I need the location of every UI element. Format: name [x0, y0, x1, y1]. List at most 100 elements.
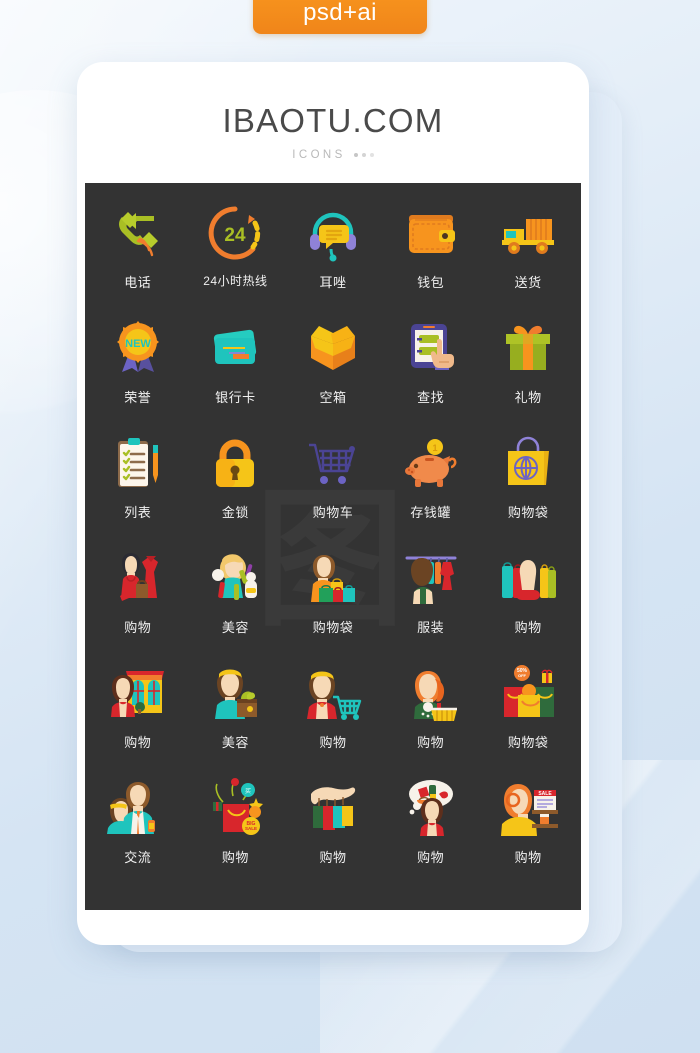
icon-cell[interactable]: 耳唑 — [284, 197, 382, 312]
icon-cell[interactable]: 钱包 — [382, 197, 480, 312]
icon-cell[interactable]: 买 BIG SALE 购物 — [187, 772, 285, 887]
icon-cell[interactable]: 送货 — [479, 197, 577, 312]
big-sale-bag-icon: 买 BIG SALE — [203, 776, 267, 840]
svg-text:SALE: SALE — [539, 791, 553, 797]
icon-cell[interactable]: 查找 — [382, 312, 480, 427]
subtitle-dots-icon — [353, 153, 374, 157]
sale-shopping-bags-icon: 50% OFF — [496, 661, 560, 725]
page-title: IBAOTU.COM — [222, 102, 444, 139]
icon-cell[interactable]: 购物 — [284, 657, 382, 772]
icon-cell[interactable]: 银行卡 — [187, 312, 285, 427]
woman-storefront-icon — [106, 661, 170, 725]
icon-label: 礼物 — [514, 390, 542, 405]
icon-label: 购物 — [124, 620, 152, 635]
icon-cell[interactable]: 金锁 — [187, 427, 285, 542]
svg-text:买: 买 — [245, 787, 251, 795]
clothing-rack-icon — [399, 546, 463, 610]
icon-cell[interactable]: 美容 — [187, 657, 285, 772]
icon-cell[interactable]: 购物 — [382, 657, 480, 772]
woman-basket-icon — [399, 661, 463, 725]
card-subtitle: ICONS — [77, 149, 589, 161]
woman-with-bags-icon — [301, 546, 365, 610]
card-subtitle-text: ICONS — [292, 149, 346, 161]
svg-text:1: 1 — [432, 443, 437, 453]
icon-label: 金锁 — [221, 505, 249, 520]
icon-cell[interactable]: 交流 — [89, 772, 187, 887]
icon-label: 购物车 — [312, 505, 354, 520]
padlock-icon — [203, 431, 267, 495]
icon-label: 耳唑 — [319, 275, 347, 290]
24-hour-hotline-icon: 24 — [203, 201, 267, 265]
shopping-thought-icon — [399, 776, 463, 840]
icon-cell[interactable]: 购物 — [89, 542, 187, 657]
psd-ai-badge: psd+ai — [253, 0, 427, 34]
icon-label: 服装 — [417, 620, 445, 635]
icon-label: 购物 — [221, 850, 249, 865]
gift-box-icon — [496, 316, 560, 380]
icon-label: 购物袋 — [507, 735, 549, 750]
icon-cell[interactable]: 购物袋 — [284, 542, 382, 657]
bags-and-shoes-icon — [496, 546, 560, 610]
open-box-icon — [301, 316, 365, 380]
svg-text:OFF: OFF — [518, 673, 527, 678]
icon-label: 存钱罐 — [410, 505, 451, 520]
icon-cell[interactable]: SALE 购物 — [479, 772, 577, 887]
svg-text:SALE: SALE — [245, 826, 257, 831]
svg-text:24: 24 — [225, 225, 247, 246]
wallet-icon — [399, 201, 463, 265]
man-sale-counter-icon: SALE — [496, 776, 560, 840]
icon-label: 列表 — [124, 505, 152, 520]
icon-cell[interactable]: 购物 — [89, 657, 187, 772]
card-header: IBAOTU.COM ICONS — [77, 62, 589, 161]
icon-cell[interactable]: 50% OFF 购物袋 — [479, 657, 577, 772]
woman-grocery-bag-icon — [203, 661, 267, 725]
icon-cell[interactable]: 美容 — [187, 542, 285, 657]
new-badge-icon: NEW — [106, 316, 170, 380]
icon-label: 购物 — [514, 850, 542, 865]
icon-cell[interactable]: 购物袋 — [479, 427, 577, 542]
icon-panel: 图 电话2424小时热线耳唑钱包送货NEW荣誉银行卡空箱查找礼物列表金锁购物车1… — [85, 183, 581, 910]
icon-label: 空箱 — [319, 390, 347, 405]
icon-cell[interactable]: 礼物 — [479, 312, 577, 427]
icon-label: 购物 — [417, 735, 445, 750]
icon-cell[interactable]: 1 存钱罐 — [382, 427, 480, 542]
svg-text:NEW: NEW — [125, 338, 151, 350]
icon-label: 购物 — [514, 620, 542, 635]
beauty-cosmetics-icon — [203, 546, 267, 610]
icon-label: 电话 — [124, 275, 152, 290]
global-shopping-bag-icon — [496, 431, 560, 495]
icon-cell[interactable]: 服装 — [382, 542, 480, 657]
shopping-cart-icon — [301, 431, 365, 495]
icon-cell[interactable]: 购物 — [479, 542, 577, 657]
icon-label: 购物 — [124, 735, 152, 750]
woman-handbag-dress-icon — [106, 546, 170, 610]
headset-support-icon — [301, 201, 365, 265]
icon-label: 美容 — [221, 620, 249, 635]
psd-ai-badge-label: psd+ai — [303, 0, 377, 26]
icon-cell[interactable]: 购物车 — [284, 427, 382, 542]
search-tablet-icon — [399, 316, 463, 380]
icon-cell[interactable]: 列表 — [89, 427, 187, 542]
woman-pushing-cart-icon — [301, 661, 365, 725]
icon-cell[interactable]: 购物 — [284, 772, 382, 887]
icon-cell[interactable]: 24 24小时热线 — [187, 197, 285, 312]
icon-cell[interactable]: 空箱 — [284, 312, 382, 427]
shop-assistant-icon — [106, 776, 170, 840]
icon-label: 银行卡 — [215, 390, 256, 405]
icon-label: 24小时热线 — [203, 274, 268, 288]
icon-grid: 电话 24 24小时热线 耳唑 钱包 送货 NEW 荣誉 银行卡 空箱 查找 礼物列表 金锁 购物车 1 存钱… — [85, 183, 581, 887]
icon-label: 购物袋 — [507, 505, 549, 520]
icon-label: 钱包 — [417, 275, 445, 290]
icon-label: 查找 — [417, 390, 445, 405]
delivery-truck-icon — [496, 201, 560, 265]
phone-call-icon — [106, 201, 170, 265]
icon-label: 购物 — [417, 850, 445, 865]
icon-label: 送货 — [514, 275, 542, 290]
icon-cell[interactable]: 购物 — [382, 772, 480, 887]
icon-cell[interactable]: NEW 荣誉 — [89, 312, 187, 427]
icon-label: 荣誉 — [124, 390, 152, 405]
icon-label: 购物 — [319, 850, 347, 865]
hand-holding-bags-icon — [301, 776, 365, 840]
icon-cell[interactable]: 电话 — [89, 197, 187, 312]
icon-label: 购物 — [319, 735, 347, 750]
